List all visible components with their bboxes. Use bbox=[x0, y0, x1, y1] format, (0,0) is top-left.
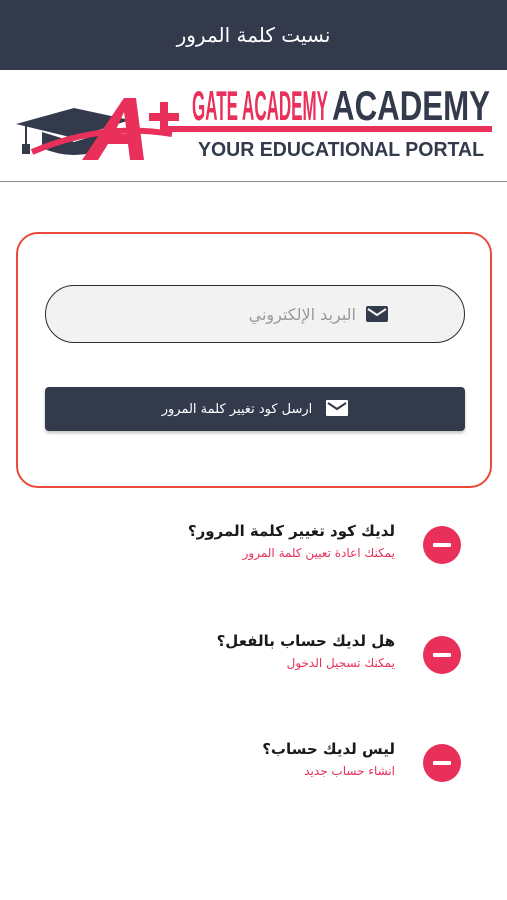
page-title: نسيت كلمة المرور bbox=[176, 23, 331, 47]
option-title: هل لديك حساب بالفعل؟ bbox=[216, 632, 395, 650]
option-subtitle[interactable]: يمكنك تسجيل الدخول bbox=[287, 656, 395, 670]
minus-circle-icon[interactable] bbox=[423, 744, 461, 782]
send-button-label: ارسل كود تغيير كلمة المرور bbox=[161, 401, 313, 417]
send-reset-code-button[interactable]: ارسل كود تغيير كلمة المرور bbox=[45, 387, 465, 431]
reset-form-card: ارسل كود تغيير كلمة المرور bbox=[16, 232, 492, 488]
academy-logo: GATE ACADEMY ACADEMY YOUR EDUCATIONAL PO… bbox=[16, 82, 492, 161]
logo-header: GATE ACADEMY ACADEMY YOUR EDUCATIONAL PO… bbox=[0, 70, 507, 182]
mail-icon bbox=[366, 306, 388, 322]
option-subtitle[interactable]: انشاء حساب جديد bbox=[304, 764, 395, 778]
option-title: لديك كود تغيير كلمة المرور؟ bbox=[187, 522, 395, 540]
option-no-account[interactable]: ليس لديك حساب؟ انشاء حساب جديد bbox=[161, 740, 461, 800]
option-subtitle[interactable]: يمكنك اعادة تعيين كلمة المرور bbox=[243, 546, 395, 560]
svg-text:ACADEMY: ACADEMY bbox=[332, 82, 490, 129]
option-have-reset-code[interactable]: لديك كود تغيير كلمة المرور؟ يمكنك اعادة … bbox=[161, 522, 461, 582]
brand-tagline: YOUR EDUCATIONAL PORTAL bbox=[198, 139, 484, 161]
minus-circle-icon[interactable] bbox=[423, 636, 461, 674]
minus-circle-icon[interactable] bbox=[423, 526, 461, 564]
email-input[interactable] bbox=[46, 304, 366, 324]
mail-icon bbox=[326, 399, 349, 419]
option-have-account[interactable]: هل لديك حساب بالفعل؟ يمكنك تسجيل الدخول bbox=[161, 632, 461, 692]
brand-name: GATE ACADEMY bbox=[192, 82, 328, 129]
option-title: ليس لديك حساب؟ bbox=[262, 740, 395, 758]
email-field[interactable] bbox=[45, 285, 465, 343]
app-bar: نسيت كلمة المرور bbox=[0, 0, 507, 70]
